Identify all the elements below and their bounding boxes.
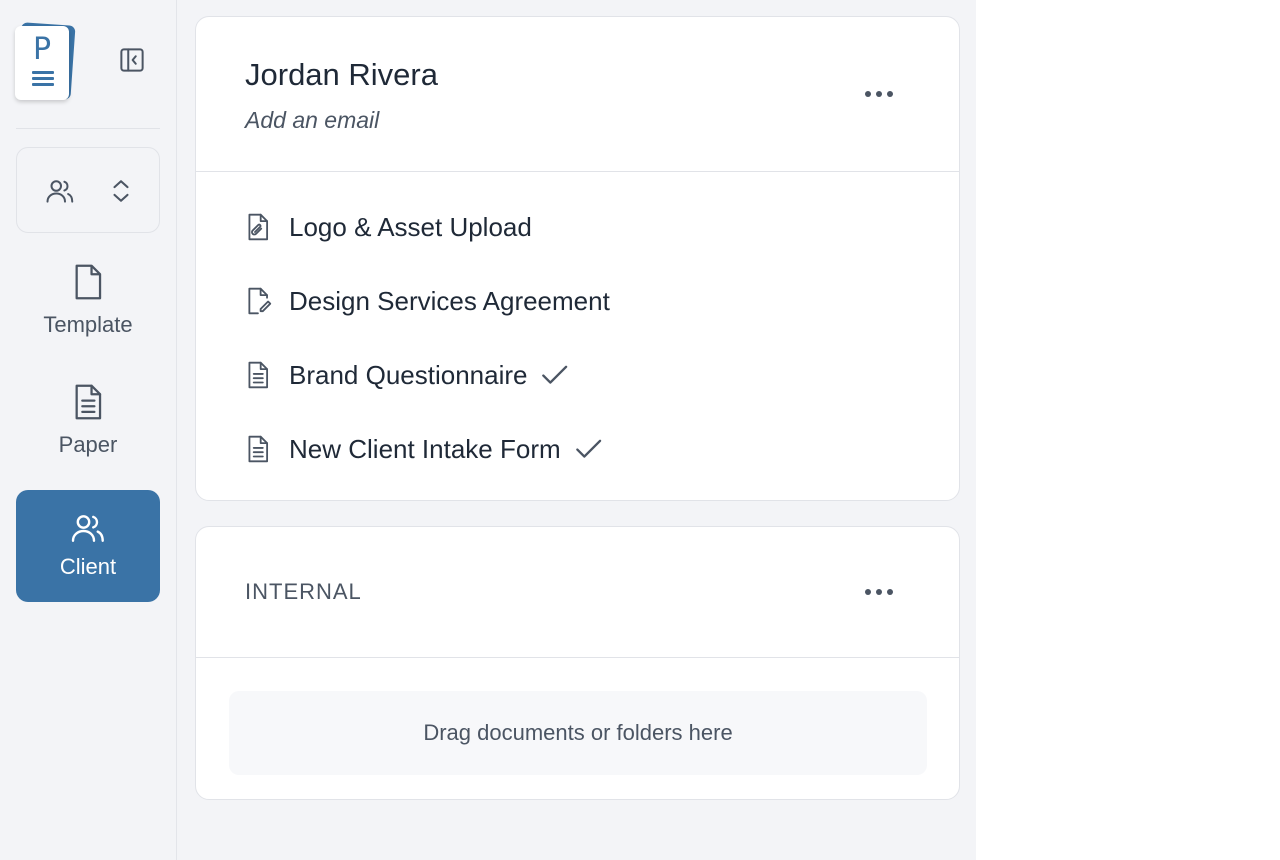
file-text-icon — [248, 361, 269, 389]
check-icon — [542, 365, 568, 384]
client-more-options-button[interactable] — [859, 79, 899, 109]
sidebar: P Template Paper Client — [0, 0, 177, 860]
app-logo[interactable]: P — [13, 22, 76, 102]
client-name[interactable]: Jordan Rivera — [245, 57, 438, 93]
file-icon — [75, 264, 102, 300]
add-email-link[interactable]: Add an email — [245, 107, 379, 134]
collapse-sidebar-button[interactable] — [114, 42, 150, 78]
document-title: Design Services Agreement — [289, 285, 610, 316]
internal-card: INTERNAL Drag documents or folders here — [195, 526, 960, 800]
sidebar-divider — [16, 128, 160, 129]
file-text-icon — [75, 384, 102, 420]
app-window: P Template Paper Client Jordan Rivera Ad… — [0, 0, 976, 860]
logo-letter: P — [32, 32, 52, 67]
document-title: New Client Intake Form — [289, 433, 561, 464]
client-header: Jordan Rivera Add an email — [196, 17, 959, 172]
nav-paper[interactable]: Paper — [16, 382, 160, 494]
more-dots-icon — [865, 91, 871, 97]
document-row[interactable]: Design Services Agreement — [245, 281, 610, 321]
document-dropzone[interactable]: Drag documents or folders here — [229, 691, 927, 775]
file-upload-icon — [248, 213, 269, 241]
dropzone-text: Drag documents or folders here — [423, 720, 733, 745]
document-row[interactable]: Brand Questionnaire — [245, 355, 569, 395]
nav-client-label: Client — [59, 554, 117, 579]
internal-more-options-button[interactable] — [859, 577, 899, 607]
document-row[interactable]: Logo & Asset Upload — [245, 207, 532, 247]
users-icon — [46, 180, 74, 203]
document-title: Brand Questionnaire — [289, 359, 528, 390]
document-title: Logo & Asset Upload — [289, 211, 532, 242]
nav-client[interactable]: Client — [16, 490, 160, 602]
chevron-up-down-icon — [113, 180, 129, 202]
internal-divider — [196, 657, 959, 658]
more-dots-icon — [865, 589, 871, 595]
file-text-icon — [248, 435, 269, 463]
file-signature-icon — [248, 287, 272, 315]
sidebar-collapse-icon — [120, 48, 144, 72]
nav-template-label: Template — [43, 312, 133, 337]
check-icon — [575, 439, 601, 458]
document-row[interactable]: New Client Intake Form — [245, 429, 603, 469]
users-icon — [71, 515, 104, 542]
workspace-switcher[interactable] — [16, 147, 160, 233]
internal-section-label: INTERNAL — [245, 579, 362, 604]
client-card: Jordan Rivera Add an email Logo & Asset … — [195, 16, 960, 501]
nav-paper-label: Paper — [58, 432, 118, 457]
nav-template[interactable]: Template — [16, 262, 160, 374]
